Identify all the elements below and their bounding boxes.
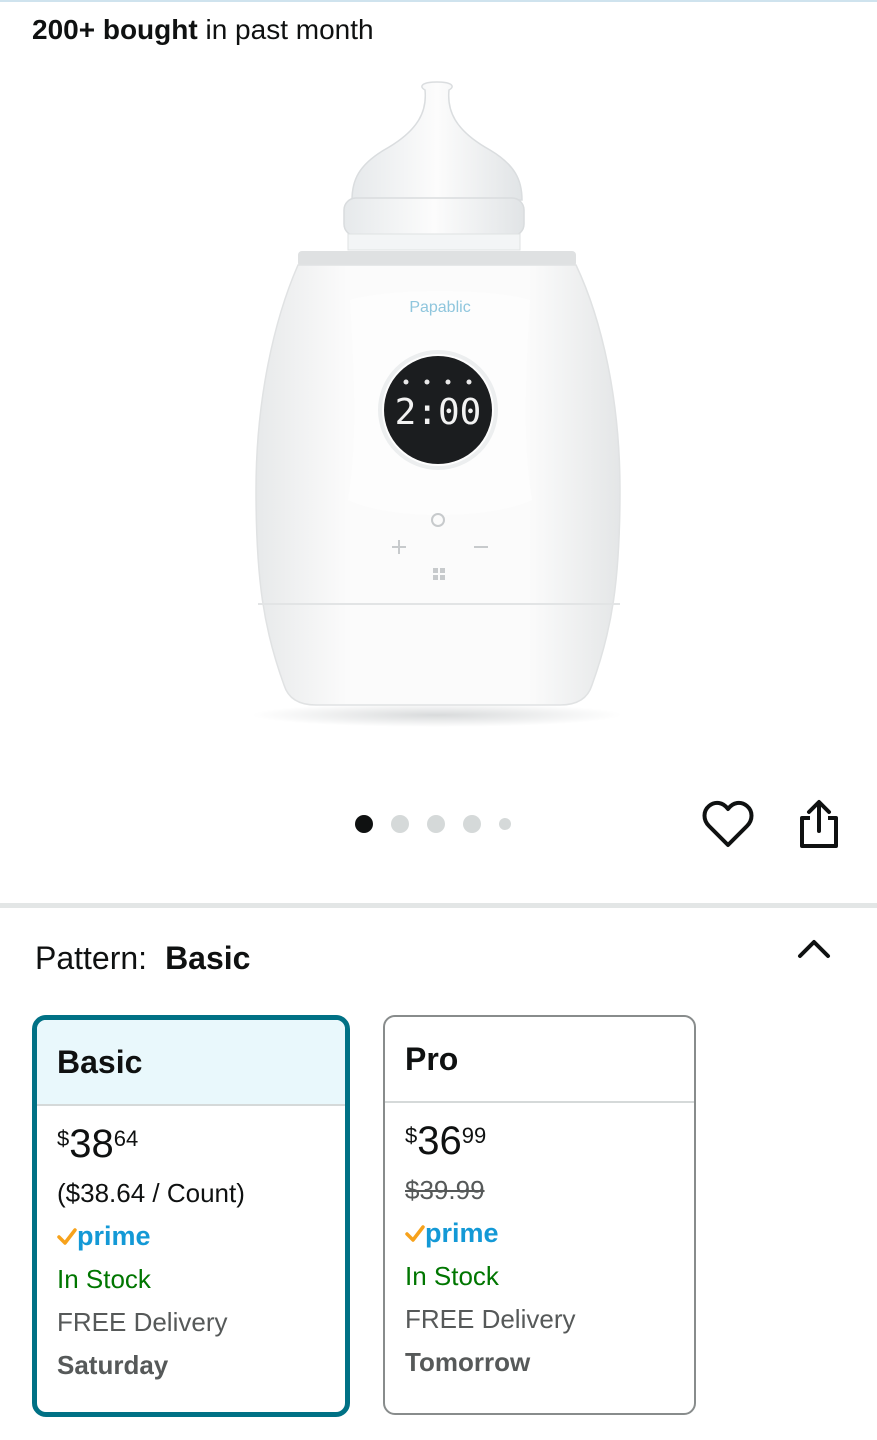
prime-badge: prime: [405, 1212, 674, 1255]
carousel-dot-4[interactable]: [463, 815, 481, 833]
product-image[interactable]: Papablic 2:00: [240, 70, 640, 730]
option-price: $36 99: [405, 1121, 674, 1163]
option-card-basic[interactable]: Basic $38 64 ($38.64 / Count) prime In St…: [32, 1015, 350, 1417]
image-carousel-dots[interactable]: [355, 812, 511, 836]
price-whole: 38: [69, 1122, 114, 1166]
prime-check-icon: [57, 1227, 77, 1245]
bought-count: 200+ bought in past month: [32, 12, 374, 48]
price-symbol: $: [57, 1126, 70, 1151]
price-fraction: 64: [113, 1126, 139, 1151]
option-name: Pro: [385, 1017, 694, 1103]
price-fraction: 99: [461, 1123, 487, 1148]
list-price: $39.99: [405, 1175, 485, 1205]
display-time: 2:00: [395, 392, 482, 433]
heart-icon[interactable]: [702, 800, 754, 850]
prime-text: prime: [425, 1218, 499, 1248]
pattern-selector: Pattern: Basic: [35, 936, 250, 980]
prime-text: prime: [77, 1221, 151, 1251]
price-symbol: $: [405, 1123, 418, 1148]
prime-badge: prime: [57, 1215, 325, 1258]
delivery-text: FREE Delivery: [57, 1307, 228, 1337]
unit-price: ($38.64 / Count): [57, 1178, 245, 1208]
carousel-dot-5[interactable]: [499, 818, 511, 830]
delivery-day: Tomorrow: [405, 1347, 531, 1377]
share-icon[interactable]: [796, 798, 842, 850]
top-accent-line: [0, 0, 877, 2]
delivery-day: Saturday: [57, 1350, 169, 1380]
bought-count-rest: in past month: [197, 14, 374, 45]
option-card-pro[interactable]: Pro $36 99 $39.99 prime In Stock FREE Del…: [383, 1015, 696, 1415]
delivery-text: FREE Delivery: [405, 1304, 576, 1334]
prime-check-icon: [405, 1224, 425, 1242]
pattern-label: Pattern:: [35, 940, 148, 976]
carousel-dot-1[interactable]: [355, 815, 373, 833]
stock-status: In Stock: [405, 1261, 499, 1291]
section-divider: [0, 903, 877, 908]
chevron-up-icon[interactable]: [795, 932, 833, 966]
pattern-value: Basic: [165, 940, 251, 976]
bought-count-bold: 200+ bought: [32, 14, 198, 45]
carousel-dot-3[interactable]: [427, 815, 445, 833]
option-price: $38 64: [57, 1124, 325, 1166]
carousel-dot-2[interactable]: [391, 815, 409, 833]
stock-status: In Stock: [57, 1264, 151, 1294]
price-whole: 36: [417, 1119, 462, 1163]
option-name: Basic: [37, 1020, 345, 1106]
brand-text: Papablic: [409, 299, 470, 316]
